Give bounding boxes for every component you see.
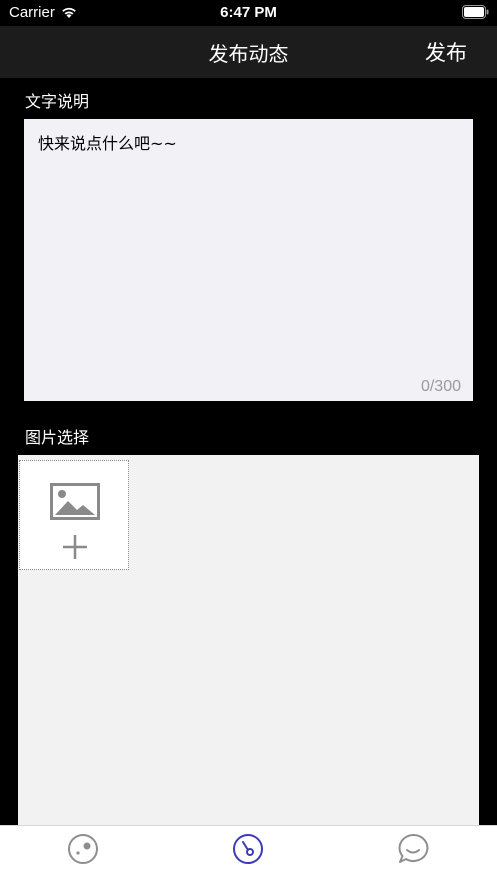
gauge-icon — [233, 834, 263, 864]
tab-publish[interactable] — [231, 832, 265, 866]
navigation-bar: 发布动态 发布 — [0, 26, 497, 78]
character-counter: 0/300 — [420, 378, 461, 395]
tab-bar — [0, 825, 497, 883]
add-image-button[interactable] — [19, 460, 129, 570]
tab-messages[interactable] — [396, 832, 430, 866]
page-title: 发布动态 — [208, 42, 289, 66]
tab-discover[interactable] — [66, 832, 100, 866]
add-image-icon — [50, 483, 100, 559]
image-picker-area — [18, 455, 479, 825]
publish-button[interactable]: 发布 — [425, 37, 467, 67]
image-section-label: 图片选择 — [25, 428, 90, 447]
clock: 6:47 PM — [220, 4, 277, 21]
description-textarea[interactable]: 快来说点什么吧~~ 0/300 — [24, 119, 473, 401]
battery-icon — [462, 5, 489, 19]
description-placeholder: 快来说点什么吧~~ — [38, 134, 177, 153]
status-bar: Carrier 6:47 PM — [0, 0, 497, 26]
compass-icon — [68, 834, 98, 864]
text-section-label: 文字说明 — [25, 92, 90, 111]
chat-bubble-icon — [398, 833, 429, 863]
